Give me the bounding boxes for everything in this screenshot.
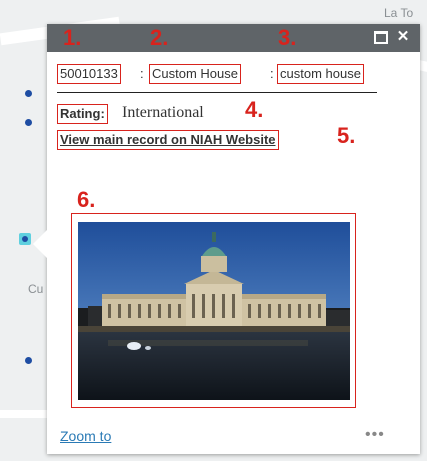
niah-link-box: View main record on NIAH Website bbox=[57, 130, 279, 150]
more-options-icon[interactable]: ••• bbox=[365, 426, 385, 444]
rating-label: Rating: bbox=[57, 104, 108, 124]
building-name: Custom House bbox=[149, 64, 241, 84]
map-point[interactable] bbox=[25, 119, 32, 126]
annotation-number-6: 6. bbox=[77, 187, 96, 212]
rating-value: International bbox=[122, 104, 204, 121]
divider bbox=[57, 92, 377, 93]
annotation-number-5: 5. bbox=[337, 123, 356, 148]
popup-titlebar: ✕ bbox=[47, 24, 420, 52]
feature-popup: ✕ 1. 2. 3. 50010133 : Custom House : cus… bbox=[33, 24, 420, 454]
separator: : bbox=[270, 66, 274, 81]
zoom-to-link[interactable]: Zoom to bbox=[60, 428, 111, 444]
annotation-number-1: 1. bbox=[63, 25, 82, 50]
annotation-number-4: 4. bbox=[245, 97, 264, 122]
selected-map-point[interactable] bbox=[19, 233, 31, 245]
popup-pointer bbox=[33, 230, 47, 258]
map-label-side: Cu bbox=[28, 282, 44, 296]
registration-number: 50010133 bbox=[57, 64, 121, 84]
annotation-number-3: 3. bbox=[278, 25, 297, 50]
maximize-icon[interactable] bbox=[373, 29, 389, 45]
map-label-top: La To bbox=[384, 6, 414, 20]
building-address: custom house bbox=[277, 64, 364, 84]
map-point[interactable] bbox=[25, 357, 32, 364]
close-icon[interactable]: ✕ bbox=[395, 29, 411, 45]
photo-frame bbox=[71, 213, 356, 408]
custom-house-photo[interactable] bbox=[78, 222, 350, 400]
niah-record-link[interactable]: View main record on NIAH Website bbox=[60, 132, 276, 147]
map-point[interactable] bbox=[25, 90, 32, 97]
annotation-number-2: 2. bbox=[150, 25, 169, 50]
separator: : bbox=[140, 66, 144, 81]
